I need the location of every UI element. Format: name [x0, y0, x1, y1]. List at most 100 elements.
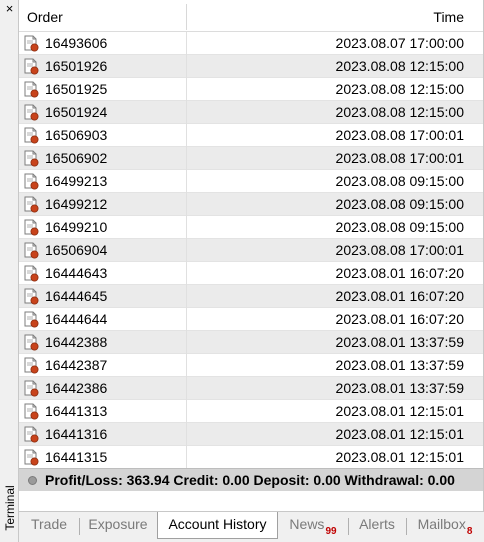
column-separator [186, 193, 187, 216]
closed-order-document-icon [23, 150, 40, 167]
closed-order-document-icon [23, 196, 40, 213]
table-row[interactable]: 16501926 2023.08.08 12:15:00 [19, 55, 483, 78]
order-cell: 16442388 [45, 334, 108, 350]
order-cell: 16506903 [45, 127, 108, 143]
column-separator [186, 354, 187, 377]
table-body: 16493606 2023.08.07 17:00:00 16501926 2023.… [19, 32, 483, 469]
table-row[interactable]: 16499212 2023.08.08 09:15:00 [19, 193, 483, 216]
time-cell: 2023.08.01 16:07:20 [335, 311, 464, 327]
header-separator[interactable] [186, 4, 187, 30]
order-cell: 16444645 [45, 288, 108, 304]
order-cell: 16441313 [45, 403, 108, 419]
account-history-table: Order Time 16493606 2023.08.07 17:00:00 16… [19, 0, 484, 511]
column-separator [186, 55, 187, 78]
time-cell: 2023.08.01 13:37:59 [335, 334, 464, 350]
table-row[interactable]: 16506904 2023.08.08 17:00:01 [19, 239, 483, 262]
tab-badge: 8 [466, 526, 473, 537]
time-cell: 2023.08.08 12:15:00 [335, 58, 464, 74]
time-cell: 2023.08.08 17:00:01 [335, 127, 464, 143]
table-row[interactable]: 16506903 2023.08.08 17:00:01 [19, 124, 483, 147]
column-header-time[interactable]: Time [433, 9, 464, 25]
tab-alerts[interactable]: Alerts [348, 516, 407, 538]
tab-label: Exposure [88, 516, 148, 532]
closed-order-document-icon [23, 426, 40, 443]
column-separator [186, 147, 187, 170]
time-cell: 2023.08.01 13:37:59 [335, 380, 464, 396]
tab-account-history[interactable]: Account History [157, 512, 278, 539]
time-cell: 2023.08.01 16:07:20 [335, 265, 464, 281]
closed-order-document-icon [23, 127, 40, 144]
tab-trade[interactable]: Trade [19, 516, 80, 538]
column-separator [186, 216, 187, 239]
closed-order-document-icon [23, 81, 40, 98]
order-cell: 16499210 [45, 219, 108, 235]
tab-news[interactable]: News99 [278, 516, 349, 538]
order-cell: 16444643 [45, 265, 108, 281]
order-cell: 16441316 [45, 426, 108, 442]
order-cell: 16444644 [45, 311, 108, 327]
terminal-tabs: Trade Exposure Account History News99 Alerts… [19, 511, 484, 542]
column-separator [186, 423, 187, 446]
table-row[interactable]: 16441316 2023.08.01 12:15:01 [19, 423, 483, 446]
closed-order-document-icon [23, 380, 40, 397]
order-cell: 16493606 [45, 35, 108, 51]
table-row[interactable]: 16501924 2023.08.08 12:15:00 [19, 101, 483, 124]
column-separator [186, 101, 187, 124]
closed-order-document-icon [23, 35, 40, 52]
time-cell: 2023.08.08 12:15:00 [335, 104, 464, 120]
summary-row: Profit/Loss: 363.94 Credit: 0.00 Deposit… [19, 468, 483, 491]
table-header: Order Time [19, 0, 483, 32]
column-separator [186, 400, 187, 423]
column-separator [186, 285, 187, 308]
tab-mailbox[interactable]: Mailbox8 [406, 516, 484, 538]
table-row[interactable]: 16499213 2023.08.08 09:15:00 [19, 170, 483, 193]
table-row[interactable]: 16442387 2023.08.01 13:37:59 [19, 354, 483, 377]
time-cell: 2023.08.08 09:15:00 [335, 173, 464, 189]
order-cell: 16441315 [45, 449, 108, 465]
closed-order-document-icon [23, 449, 40, 466]
tab-exposure[interactable]: Exposure [79, 516, 158, 538]
time-cell: 2023.08.08 12:15:00 [335, 81, 464, 97]
table-row[interactable]: 16506902 2023.08.08 17:00:01 [19, 147, 483, 170]
column-separator [186, 377, 187, 400]
time-cell: 2023.08.08 09:15:00 [335, 196, 464, 212]
closed-order-document-icon [23, 104, 40, 121]
table-row[interactable]: 16441315 2023.08.01 12:15:01 [19, 446, 483, 469]
closed-order-document-icon [23, 288, 40, 305]
table-row[interactable]: 16493606 2023.08.07 17:00:00 [19, 32, 483, 55]
table-row[interactable]: 16444644 2023.08.01 16:07:20 [19, 308, 483, 331]
closed-order-document-icon [23, 311, 40, 328]
summary-text: Profit/Loss: 363.94 Credit: 0.00 Deposit… [45, 472, 455, 488]
column-separator [186, 331, 187, 354]
time-cell: 2023.08.08 17:00:01 [335, 150, 464, 166]
table-row[interactable]: 16499210 2023.08.08 09:15:00 [19, 216, 483, 239]
table-row[interactable]: 16501925 2023.08.08 12:15:00 [19, 78, 483, 101]
time-cell: 2023.08.01 12:15:01 [335, 449, 464, 465]
column-separator [186, 32, 187, 55]
tab-label: Mailbox [417, 516, 466, 532]
order-cell: 16501924 [45, 104, 108, 120]
time-cell: 2023.08.08 17:00:01 [335, 242, 464, 258]
order-cell: 16506904 [45, 242, 108, 258]
table-row[interactable]: 16442386 2023.08.01 13:37:59 [19, 377, 483, 400]
time-cell: 2023.08.08 09:15:00 [335, 219, 464, 235]
time-cell: 2023.08.01 13:37:59 [335, 357, 464, 373]
table-row[interactable]: 16442388 2023.08.01 13:37:59 [19, 331, 483, 354]
column-separator [186, 239, 187, 262]
table-row[interactable]: 16441313 2023.08.01 12:15:01 [19, 400, 483, 423]
table-row[interactable]: 16444643 2023.08.01 16:07:20 [19, 262, 483, 285]
closed-order-document-icon [23, 357, 40, 374]
summary-status-icon [28, 476, 37, 485]
closed-order-document-icon [23, 173, 40, 190]
time-cell: 2023.08.01 12:15:01 [335, 426, 464, 442]
close-icon[interactable]: × [2, 1, 17, 16]
table-row[interactable]: 16444645 2023.08.01 16:07:20 [19, 285, 483, 308]
closed-order-document-icon [23, 403, 40, 420]
column-header-order[interactable]: Order [27, 9, 63, 25]
terminal-title-text: Terminal [2, 485, 17, 531]
time-cell: 2023.08.01 12:15:01 [335, 403, 464, 419]
time-cell: 2023.08.07 17:00:00 [335, 35, 464, 51]
tab-label: Account History [168, 516, 267, 532]
column-separator [186, 446, 187, 469]
column-separator [186, 124, 187, 147]
